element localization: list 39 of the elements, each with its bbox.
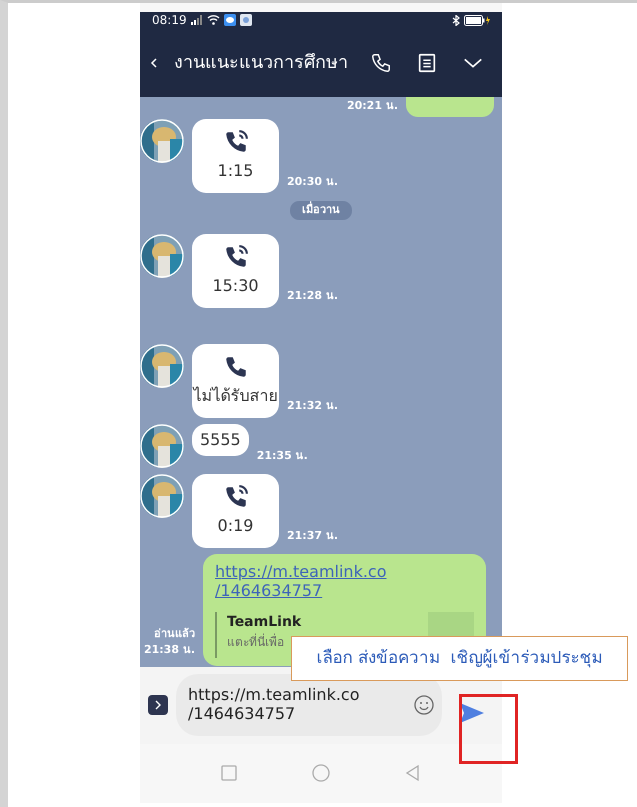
call-bubble[interactable]: 15:30	[192, 234, 279, 308]
call-duration: 0:19	[218, 514, 254, 537]
back-icon[interactable]	[150, 56, 158, 69]
send-icon	[459, 702, 485, 724]
call-duration: 1:15	[218, 160, 254, 182]
emoji-icon	[414, 695, 434, 716]
call-duration: 15:30	[212, 274, 259, 297]
call-duration: ไม่ได้รับสาย	[194, 384, 278, 407]
message-time: 21:38 น.	[144, 642, 195, 658]
chevron-right-icon	[154, 700, 162, 710]
date-label: เมื่อวาน	[290, 201, 352, 220]
message-link[interactable]: https://m.teamlink.co /1464634757	[215, 562, 474, 600]
clock-time: 08:19	[152, 12, 187, 29]
preview-text: แตะที่นี่เพื่อ	[227, 632, 285, 651]
wifi-icon	[206, 15, 220, 25]
message-time: 20:30 น.	[287, 174, 338, 190]
message-time: 20:21 น.	[346, 98, 398, 114]
chat-app-icon	[224, 14, 236, 26]
annotation-callout: เลือก ส่งข้อความ เชิญผู้เข้าร่วมประชุม	[291, 636, 628, 681]
battery-icon	[464, 14, 490, 26]
message-time: 21:37 น.	[287, 528, 338, 544]
chat-title: งานแนะแนวการศึกษา	[174, 51, 349, 76]
message-input[interactable]: https://m.teamlink.co /1464634757	[176, 674, 442, 736]
preview-title: TeamLink	[227, 612, 302, 632]
message-time: 21:28 น.	[287, 288, 338, 304]
call-icon[interactable]	[370, 52, 392, 74]
call-bubble[interactable]: 1:15	[192, 119, 279, 194]
read-receipt: อ่านแล้ว	[154, 626, 195, 642]
message-time: 21:35 น.	[256, 448, 308, 464]
call-bubble[interactable]: 0:19	[192, 474, 279, 548]
highlight-frame	[459, 694, 518, 764]
call-bubble[interactable]: ไม่ได้รับสาย	[192, 344, 279, 418]
expand-button[interactable]	[148, 695, 168, 716]
message-time: 21:32 น.	[287, 398, 338, 414]
bluetooth-icon	[452, 14, 460, 26]
app-icon	[240, 14, 252, 26]
notes-icon[interactable]	[416, 52, 438, 74]
message-bubble: 5555	[192, 424, 249, 456]
signal-icon	[190, 15, 203, 25]
